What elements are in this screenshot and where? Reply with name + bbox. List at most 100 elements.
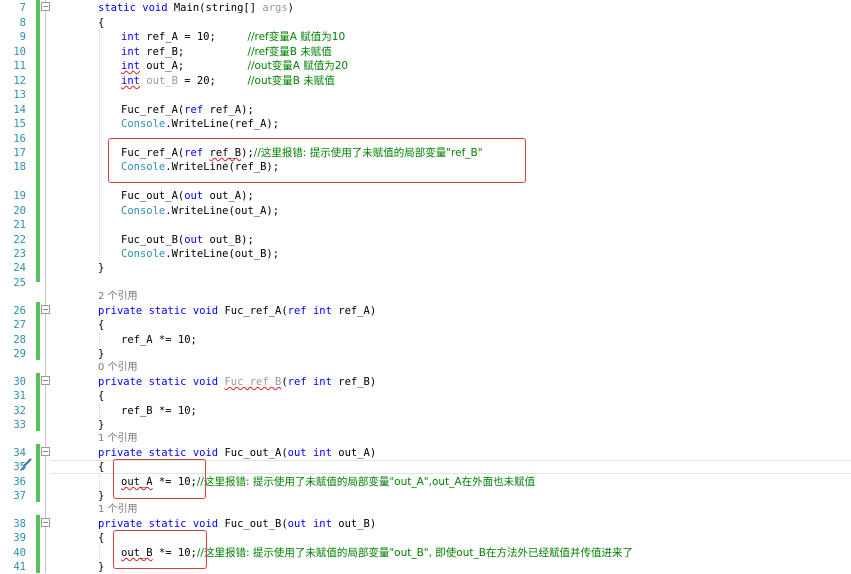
type-name: Console [121,205,166,217]
code-line: int ref_A = 10; //ref变量A 赋值为10 [121,30,345,44]
code-line: } [98,490,105,502]
method-name: Fuc_out_A( [224,447,288,459]
code-line: Fuc_out_A(out out_A); [121,189,254,203]
line-number: 27 [13,319,26,331]
comment: //这里报错: 提示使用了未赋值的局部变量"out_A",out_A在外面也未赋… [196,476,536,488]
line-number: 20 [13,205,26,217]
code-line: ref_B *= 10; [121,405,197,417]
line-number: 30 [13,376,26,388]
change-marker [36,302,40,360]
keyword: int [121,60,140,72]
code-line: } [98,419,105,431]
keyword: int [121,31,140,43]
code-text: ) [287,2,294,14]
code-text: out_A) [331,447,377,459]
line-number: 14 [13,104,26,116]
keyword: ref int [287,376,332,388]
collapse-icon[interactable]: − [41,2,50,11]
code-text: = 20; [177,75,248,87]
code-line: private static void Fuc_ref_A(ref int re… [98,304,376,318]
code-line: private static void Fuc_out_B(out int ou… [98,517,376,531]
code-text: Fuc_ref_A( [121,104,185,116]
code-line: int ref_B; //ref变量B 未赋值 [121,45,332,59]
comment: //ref变量B 未赋值 [247,46,332,58]
code-text: out_B) [331,518,377,530]
highlight-box [113,459,206,499]
line-number: 15 [13,118,26,130]
indent-guide [99,404,100,418]
code-text: ref_A) [331,305,377,317]
code-line: Fuc_out_B(out out_B); [121,233,254,247]
code-line: private static void Fuc_ref_B(ref int re… [98,375,376,389]
method-signature: Main(string[] [173,2,263,14]
comment: //out变量A 赋值为20 [247,60,349,72]
code-line: { [98,17,105,29]
line-number: 24 [13,262,26,274]
code-line: Console.WriteLine(out_B); [121,247,279,261]
reference-count-link[interactable]: 1 个引用 [98,503,138,517]
highlight-box [113,530,207,569]
line-number: 18 [13,161,26,173]
keyword: private static void [98,518,225,530]
code-editor[interactable]: 7 8 9 10 11 12 13 14 15 16 17 18 19 20 2… [0,0,851,573]
keyword: out int [287,447,332,459]
code-text: .WriteLine(ref_A); [165,118,280,130]
keyword: out int [287,518,332,530]
line-number: 25 [13,277,26,289]
comment: //ref变量A 赋值为10 [247,31,346,43]
code-text: Fuc_out_B( [121,234,185,246]
line-number: 16 [13,133,26,145]
code-text: out_A); [203,190,254,202]
keyword: ref [184,104,204,116]
collapse-icon[interactable]: − [41,305,50,314]
method-name: Fuc_ref_A( [224,305,288,317]
code-line: int out_A; //out变量A 赋值为20 [121,59,348,73]
code-line: int out_B = 20; //out变量B 未赋值 [121,74,335,88]
indent-guide [99,475,100,489]
type-name: Console [121,118,166,130]
reference-count-link[interactable]: 1 个引用 [98,432,138,446]
line-number: 11 [13,60,26,72]
reference-count-link[interactable]: 0 个引用 [98,361,138,375]
reference-count-link[interactable]: 2 个引用 [98,290,138,304]
code-line: { [98,461,105,473]
comment: //out变量B 未赋值 [247,75,335,87]
line-number: 22 [13,234,26,246]
keyword: private static void [98,305,225,317]
line-number: 37 [13,490,26,502]
code-line: { [98,532,105,544]
collapse-icon[interactable]: − [41,376,50,385]
collapse-icon[interactable]: − [41,518,50,527]
code-line: ref_A *= 10; [121,334,197,346]
line-number: 19 [13,190,26,202]
keyword: private static void [98,447,225,459]
indent-guide [99,333,100,347]
code-line: static void Main(string[] args) [98,1,294,15]
code-line: Fuc_ref_A(ref ref_A); [121,103,254,117]
line-number: 32 [13,405,26,417]
line-number: 28 [13,334,26,346]
code-text: out_A; [139,60,248,72]
line-number: 8 [19,17,26,29]
code-text: ref_B) [331,376,377,388]
indent-guide [99,30,100,266]
brush-icon[interactable] [18,458,32,472]
line-number: 12 [13,75,26,87]
collapse-icon[interactable]: − [41,447,50,456]
code-text: ref_A); [203,104,254,116]
code-line: } [98,561,105,573]
code-text: Fuc_out_A( [121,190,185,202]
line-number: 9 [19,31,26,43]
change-marker [36,0,40,282]
type-name: Console [121,248,166,260]
code-line: Console.WriteLine(out_A); [121,204,279,218]
line-number: 13 [13,89,26,101]
code-line: private static void Fuc_out_A(out int ou… [98,446,376,460]
unused-variable: out_B [146,75,178,87]
line-number: 40 [13,547,26,559]
keyword: static void [98,2,174,14]
method-name: Fuc_out_B( [224,518,288,530]
code-line: { [98,319,105,331]
line-number: 29 [13,348,26,360]
keyword: private static void [98,376,225,388]
